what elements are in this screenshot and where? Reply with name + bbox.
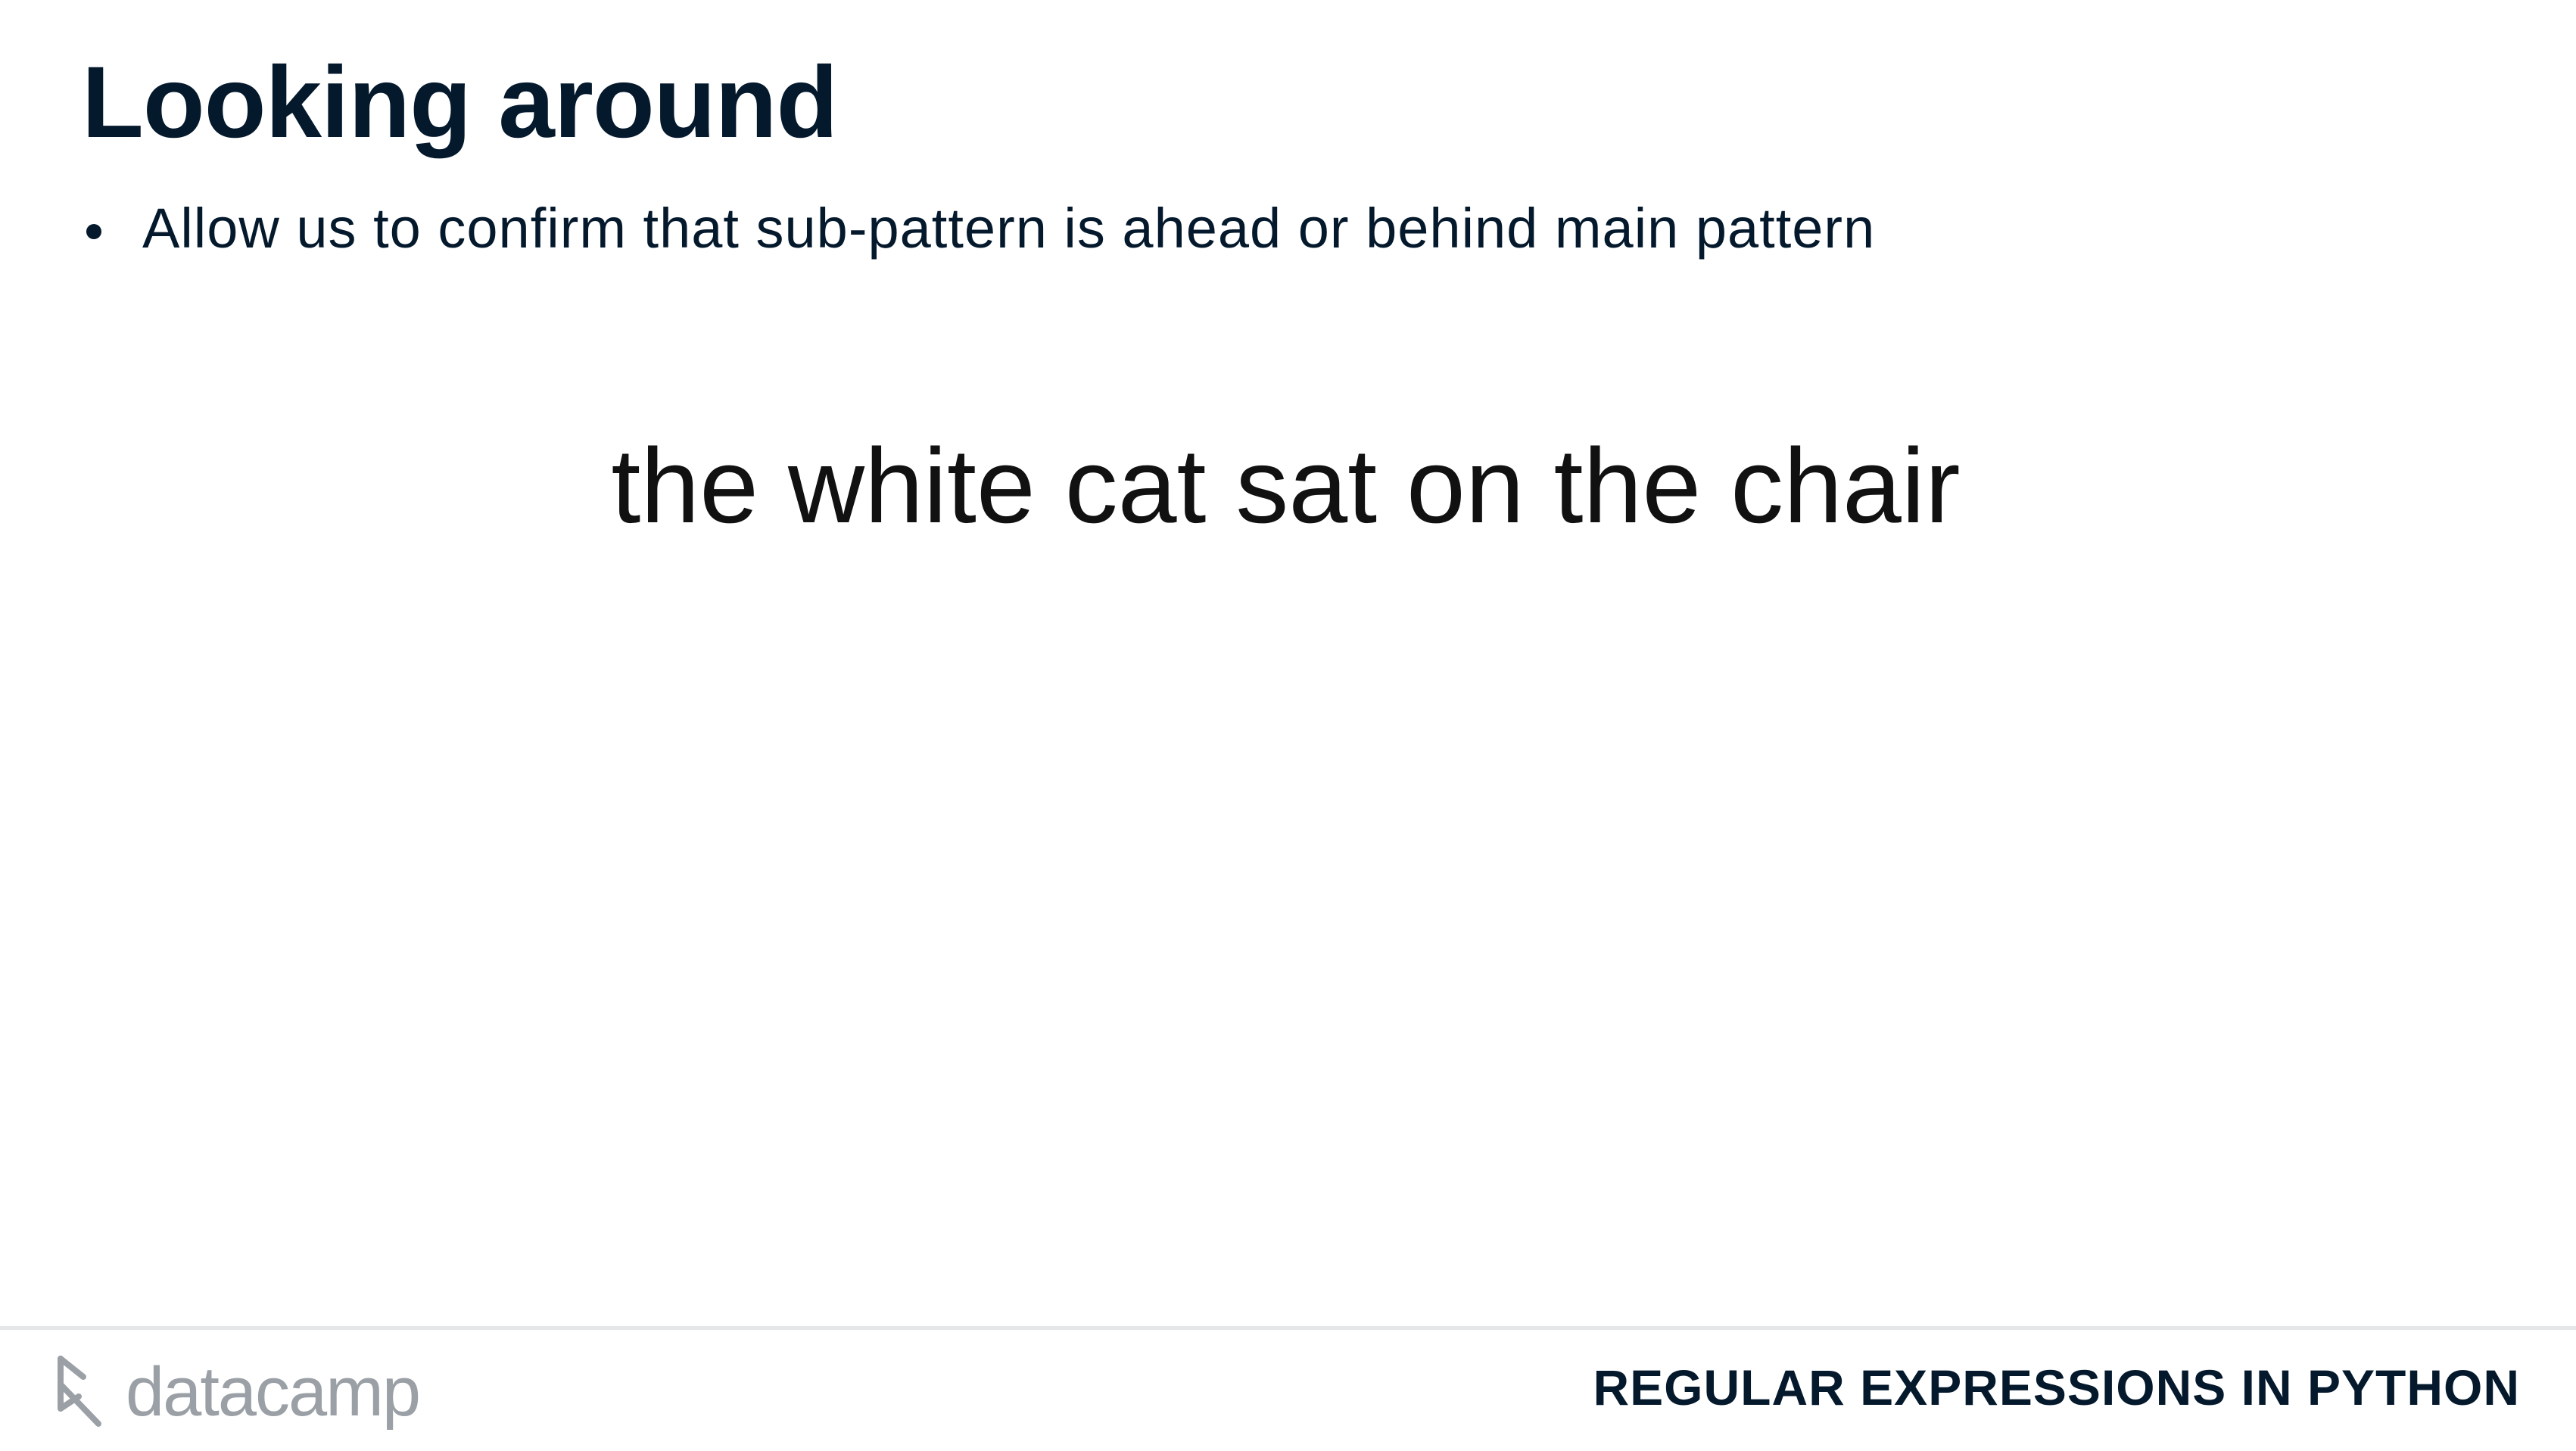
logo-text: datacamp xyxy=(126,1353,421,1431)
course-name: REGULAR EXPRESSIONS IN PYTHON xyxy=(1593,1359,2520,1415)
slide-title: Looking around xyxy=(82,46,838,159)
datacamp-logo: datacamp xyxy=(53,1350,421,1434)
datacamp-logo-icon xyxy=(58,1356,101,1427)
bullet-dot-icon xyxy=(86,224,101,239)
example-sentence: the white cat sat on the chair xyxy=(0,428,2576,544)
bullet-item: Allow us to confirm that sub-pattern is … xyxy=(82,195,1875,263)
example-sentence-text: the white cat sat on the chair xyxy=(611,426,1961,545)
footer-divider xyxy=(0,1326,2576,1330)
bullet-list: Allow us to confirm that sub-pattern is … xyxy=(82,195,1875,263)
bullet-text: Allow us to confirm that sub-pattern is … xyxy=(142,197,1876,260)
